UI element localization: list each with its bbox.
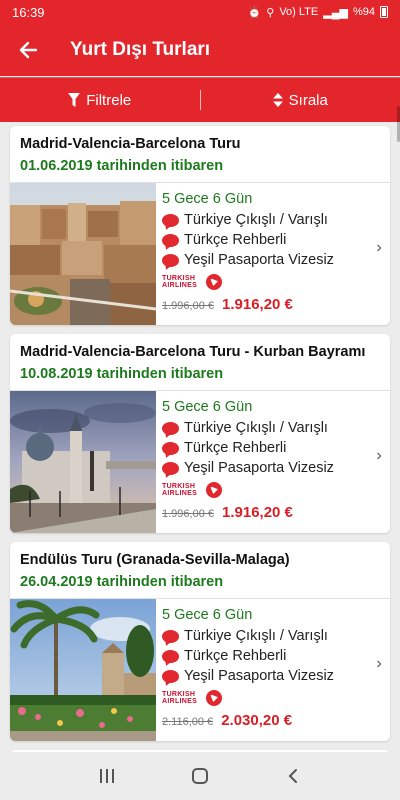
old-price: 2.116,00 € [162,716,214,728]
tour-card[interactable]: Madrid-Valencia-Barcelona Turu 01.06.201… [10,126,390,325]
airline-name: TURKISH AIRLINES [162,691,198,705]
tour-details: 5 Gece 6 Gün Türkiye Çıkışlı / Varışlı T… [156,183,390,325]
filter-sort-bar: Filtrele Sırala [0,77,400,122]
speech-bubble-icon [162,461,179,475]
airline-name: TURKISH AIRLINES [162,275,198,289]
status-bar: 16:39 ⏰ ⚲ Vo) LTE ▂▄▆ %94 [0,0,400,24]
filter-button[interactable]: Filtrele [0,92,200,109]
old-price: 1.996,00 € [162,300,214,312]
card-header: Endülüs Turu (Granada-Sevilla-Malaga) 26… [10,542,390,599]
status-icons: ⏰ ⚲ Vo) LTE ▂▄▆ %94 [248,6,388,19]
new-price: 1.916,20 € [222,296,293,313]
feature-item: Yeşil Pasaporta Vizesiz [162,458,390,478]
recent-apps-icon [99,769,114,783]
tour-title: Madrid-Valencia-Barcelona Turu [20,136,241,152]
tour-date: 01.06.2019 tarihinden itibaren [20,158,224,174]
speech-bubble-icon [162,649,179,663]
tour-date: 26.04.2019 tarihinden itibaren [20,574,224,590]
turkish-airlines-logo-icon [206,482,222,498]
system-nav-bar [0,752,400,800]
location-icon: ⚲ [266,6,275,19]
price-block: 1.996,00 € 1.916,20 € [162,296,293,313]
status-time: 16:39 [12,4,45,20]
home-button[interactable] [180,756,220,796]
turkish-airlines-logo-icon [206,274,222,290]
new-price: 1.916,20 € [222,504,293,521]
speech-bubble-icon [162,253,179,267]
network-label: Vo) LTE [279,6,319,18]
tour-details: 5 Gece 6 Gün Türkiye Çıkışlı / Varışlı T… [156,391,390,533]
card-body: 5 Gece 6 Gün Türkiye Çıkışlı / Varışlı T… [10,391,390,533]
speech-bubble-icon [162,441,179,455]
home-icon [191,768,208,784]
feature-item: Türkiye Çıkışlı / Varışlı [162,418,390,438]
tour-photo-garden [10,599,156,741]
tour-photo-city [10,183,156,325]
tour-photo-cathedral [10,391,156,533]
signal-icon: ▂▄▆ [323,6,348,19]
speech-bubble-icon [162,669,179,683]
app-bar: Yurt Dışı Turları [0,24,400,76]
sort-icon [272,93,283,107]
tour-nights: 5 Gece 6 Gün [162,607,253,623]
battery-text: %94 [352,6,375,18]
tour-list: Madrid-Valencia-Barcelona Turu 01.06.201… [10,126,390,779]
feature-item: Türkçe Rehberli [162,438,390,458]
tour-nights: 5 Gece 6 Gün [162,399,253,415]
chevron-right-icon[interactable]: › [370,447,388,465]
tour-title: Endülüs Turu (Granada-Sevilla-Malaga) [20,552,290,568]
price-block: 2.116,00 € 2.030,20 € [162,712,292,729]
back-button[interactable] [0,24,56,76]
tour-date: 10.08.2019 tarihinden itibaren [20,366,224,382]
old-price: 1.996,00 € [162,508,214,520]
tour-card[interactable]: Madrid-Valencia-Barcelona Turu - Kurban … [10,334,390,533]
tour-details: 5 Gece 6 Gün Türkiye Çıkışlı / Varışlı T… [156,599,390,741]
turkish-airlines-logo-icon [206,690,222,706]
alarm-icon: ⏰ [247,6,262,19]
sort-label: Sırala [288,91,328,109]
recent-apps-button[interactable] [87,756,127,796]
airline-name: TURKISH AIRLINES [162,483,198,497]
feature-item: Türkçe Rehberli [162,230,390,250]
tour-card[interactable]: Endülüs Turu (Granada-Sevilla-Malaga) 26… [10,542,390,741]
airline-logo: TURKISH AIRLINES [162,272,390,292]
card-header: Madrid-Valencia-Barcelona Turu 01.06.201… [10,126,390,183]
filter-icon [68,93,81,107]
card-body: 5 Gece 6 Gün Türkiye Çıkışlı / Varışlı T… [10,599,390,741]
feature-item: Türkçe Rehberli [162,646,390,666]
sort-button[interactable]: Sırala [201,92,400,109]
speech-bubble-icon [162,213,179,227]
feature-item: Yeşil Pasaporta Vizesiz [162,250,390,270]
tour-title: Madrid-Valencia-Barcelona Turu - Kurban … [20,344,366,360]
tour-nights: 5 Gece 6 Gün [162,191,253,207]
back-chevron-icon [288,769,298,783]
speech-bubble-icon [162,233,179,247]
chevron-right-icon[interactable]: › [370,239,388,257]
feature-item: Yeşil Pasaporta Vizesiz [162,666,390,686]
new-price: 2.030,20 € [221,712,293,729]
chevron-right-icon[interactable]: › [370,655,388,673]
speech-bubble-icon [162,629,179,643]
battery-icon [380,6,388,18]
arrow-left-icon [19,41,38,59]
airline-logo: TURKISH AIRLINES [162,688,390,708]
airline-logo: TURKISH AIRLINES [162,480,390,500]
card-header: Madrid-Valencia-Barcelona Turu - Kurban … [10,334,390,391]
system-back-button[interactable] [273,756,313,796]
filter-label: Filtrele [86,91,132,109]
feature-item: Türkiye Çıkışlı / Varışlı [162,210,390,230]
card-body: 5 Gece 6 Gün Türkiye Çıkışlı / Varışlı T… [10,183,390,325]
feature-item: Türkiye Çıkışlı / Varışlı [162,626,390,646]
speech-bubble-icon [162,421,179,435]
page-title: Yurt Dışı Turları [70,39,211,60]
price-block: 1.996,00 € 1.916,20 € [162,504,293,521]
